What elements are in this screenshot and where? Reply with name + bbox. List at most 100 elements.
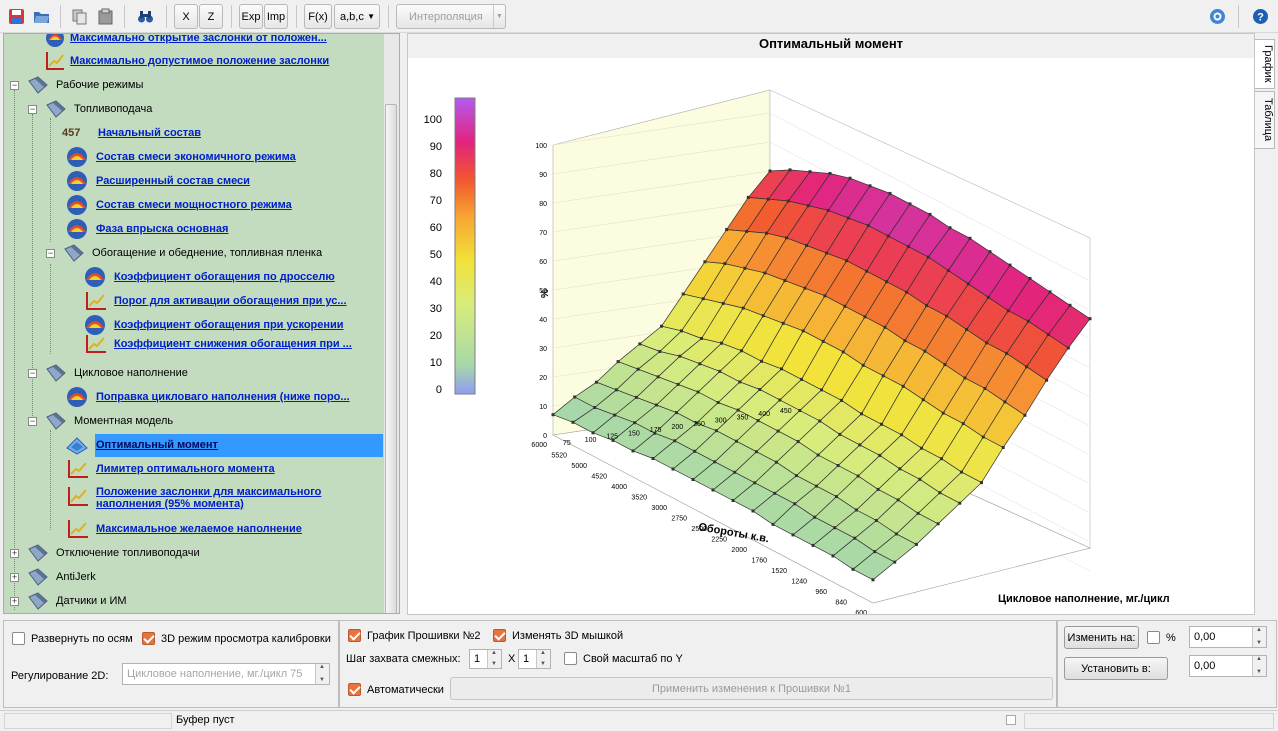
percent-option[interactable]: % <box>1147 631 1176 644</box>
status-cell-empty <box>4 713 172 729</box>
tree-item[interactable]: Поправка цикловаго наполнения (ниже поро… <box>62 387 350 407</box>
own-scale-option[interactable]: Свой масштаб по Y <box>564 652 683 665</box>
tree-folder[interactable]: Цикловое наполнение <box>44 363 188 383</box>
status-cell-right <box>1024 713 1274 729</box>
graph2-checkbox[interactable] <box>348 629 361 642</box>
z-axis-button[interactable]: Z <box>199 4 223 29</box>
tree-expander[interactable]: − <box>46 249 55 258</box>
change-value-spinbox[interactable]: 0,00 <box>1189 626 1267 648</box>
surface-node <box>723 262 727 266</box>
change-value-spinner[interactable] <box>1252 627 1266 647</box>
change-3d-mouse-option[interactable]: Изменять 3D мышкой <box>493 629 623 642</box>
mode-3d-option[interactable]: 3D режим просмотра калибровки <box>142 632 331 645</box>
open-button[interactable] <box>29 4 53 29</box>
tree-item[interactable]: Максимально допустимое положение заслонк… <box>44 51 329 71</box>
tree-item[interactable]: Коэффициент снижения обогащения при ... <box>80 334 352 354</box>
tree-folder[interactable]: Датчики и ИМ <box>26 591 127 611</box>
surface-node <box>826 208 830 212</box>
help-button[interactable]: ? <box>1248 4 1272 29</box>
surface-node <box>873 550 877 554</box>
surface-chart[interactable]: 1009080706050403020100 60084096012401520… <box>408 58 1254 614</box>
percent-checkbox[interactable] <box>1147 631 1160 644</box>
tree-expander[interactable]: + <box>10 597 19 606</box>
auto-option[interactable]: Автоматически <box>348 683 444 696</box>
tree-expander[interactable]: − <box>28 369 37 378</box>
tree-folder[interactable]: Рабочие режимы <box>26 75 143 95</box>
set-value-spinbox[interactable]: 0,00 <box>1189 655 1267 677</box>
tree-item[interactable]: Максимальное желаемое наполнение <box>62 519 302 539</box>
graph2-option[interactable]: График Прошивки №2 <box>348 629 481 642</box>
copy-button[interactable] <box>67 4 91 29</box>
tree-folder[interactable]: Топливоподача <box>44 99 152 119</box>
tree-item-selected[interactable]: Оптимальный момент <box>62 435 218 455</box>
surface-node <box>594 380 598 384</box>
tree-item[interactable]: Лимитер оптимального момента <box>62 459 275 479</box>
mode-3d-checkbox[interactable] <box>142 632 155 645</box>
tree-folder[interactable]: Отключение топливоподачи <box>26 543 200 563</box>
scale-tick-label: 30 <box>430 303 442 315</box>
surface-node <box>836 464 840 467</box>
surface-node <box>883 325 887 329</box>
export-button[interactable]: Exp <box>239 4 263 29</box>
tree-item-label: Коэффициент обогащения при ускорении <box>114 319 344 331</box>
surface-node <box>1008 263 1012 267</box>
tree-scrollbar[interactable] <box>383 34 399 613</box>
tree-expander[interactable]: + <box>10 549 19 558</box>
step-z-spinner[interactable] <box>536 650 550 668</box>
reg2d-spinner[interactable] <box>315 664 329 684</box>
tree-item[interactable]: Фаза впрыска основная <box>62 219 228 239</box>
step-x-spinner[interactable] <box>487 650 501 668</box>
surface-node <box>1001 446 1005 449</box>
tree-item[interactable]: Положение заслонки для максимального нап… <box>62 483 321 515</box>
tree-item[interactable]: Расширенный состав смеси <box>62 171 250 191</box>
step-x-spinbox[interactable]: 1 <box>469 649 502 669</box>
tab-table[interactable]: Таблица <box>1255 91 1275 149</box>
scalar-value-icon: 457 <box>62 127 81 139</box>
reg2d-select[interactable]: Цикловое наполнение, мг./цикл 75 <box>122 663 330 685</box>
surface-node <box>888 191 892 195</box>
find-button[interactable] <box>132 4 158 29</box>
surface-node <box>941 411 945 415</box>
auto-checkbox[interactable] <box>348 683 361 696</box>
surface-node <box>793 502 797 506</box>
change-3d-mouse-checkbox[interactable] <box>493 629 506 642</box>
tree-item[interactable]: 457 Начальный состав <box>62 123 201 143</box>
tree-item[interactable]: Состав смеси мощностного режима <box>62 195 292 215</box>
tree-expander[interactable]: + <box>10 573 19 582</box>
interpolation-dropdown[interactable]: Интерполяция ▼ <box>396 4 506 29</box>
expand-axes-checkbox[interactable] <box>12 632 25 645</box>
save-button[interactable] <box>4 4 28 29</box>
tree-folder[interactable]: Обогащение и обеднение, топливная пленка <box>62 243 322 263</box>
tree-folder[interactable]: AntiJerk <box>26 567 96 587</box>
tree-item[interactable]: Коэффициент обогащения по дросселю <box>80 267 335 287</box>
percent-label: % <box>1166 631 1176 644</box>
tree-folder[interactable]: Моментная модель <box>44 411 173 431</box>
tree-expander[interactable]: − <box>28 105 37 114</box>
tree-item[interactable]: Состав смеси экономичного режима <box>62 147 296 167</box>
set-to-button[interactable]: Установить в: <box>1064 657 1168 680</box>
apply-changes-button[interactable]: Применить изменения к Прошивки №1 <box>450 677 1053 700</box>
tree-item-label-line2: наполнения (95% момента) <box>96 498 244 510</box>
import-button[interactable]: Imp <box>264 4 288 29</box>
tab-graph[interactable]: График <box>1255 39 1275 89</box>
surface-node <box>716 401 720 404</box>
tree-item[interactable]: Порог для активации обогащения при ус... <box>80 291 347 311</box>
own-scale-checkbox[interactable] <box>564 652 577 665</box>
x-axis-button[interactable]: X <box>174 4 198 29</box>
tree-expander[interactable]: − <box>10 81 19 90</box>
surface-node <box>736 408 740 412</box>
expand-axes-option[interactable]: Развернуть по осям <box>12 632 133 645</box>
settings-button[interactable] <box>1205 4 1229 29</box>
expand-axes-label: Развернуть по осям <box>31 632 133 645</box>
tree-expander[interactable]: − <box>28 417 37 426</box>
tree-item[interactable]: Коэффициент обогащения при ускорении <box>80 315 344 335</box>
tree-item[interactable]: Максимально открытие заслонки от положен… <box>44 34 327 48</box>
surface-node <box>986 295 990 299</box>
tree-scrollbar-thumb[interactable] <box>385 104 397 613</box>
function-button[interactable]: F(x) <box>304 4 332 29</box>
set-value-spinner[interactable] <box>1252 656 1266 676</box>
paste-button[interactable] <box>93 4 117 29</box>
abc-dropdown[interactable]: a,b,c ▼ <box>334 4 380 29</box>
step-z-spinbox[interactable]: 1 <box>518 649 551 669</box>
change-on-button[interactable]: Изменить на: <box>1064 626 1139 649</box>
